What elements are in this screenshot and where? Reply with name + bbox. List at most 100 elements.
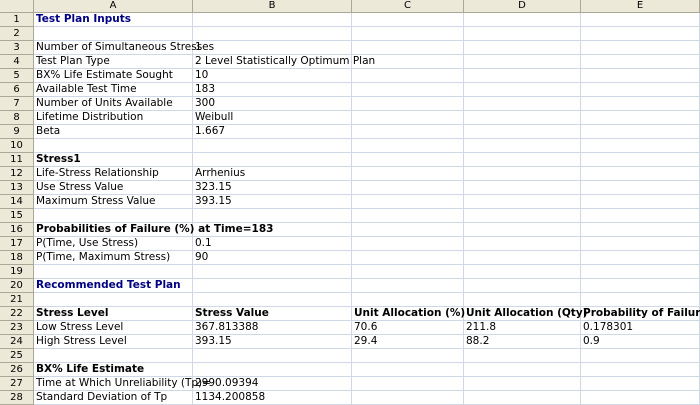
cell-c[interactable] [352, 349, 464, 363]
cell-a[interactable]: Standard Deviation of Tp [34, 391, 193, 405]
cell-b[interactable]: 2990.09394 [193, 377, 352, 391]
cell-c[interactable] [352, 293, 464, 307]
cell-e[interactable] [581, 251, 700, 265]
row-header[interactable]: 25 [0, 349, 34, 363]
cell-a[interactable]: Life-Stress Relationship [34, 167, 193, 181]
cell-e[interactable] [581, 153, 700, 167]
cell-c[interactable] [352, 83, 464, 97]
cell-c[interactable]: Unit Allocation (%) [352, 307, 465, 321]
cell-e[interactable] [581, 55, 700, 69]
cell-e[interactable] [581, 265, 700, 279]
cell-d[interactable]: 211.8 [464, 321, 581, 335]
column-header-d[interactable]: D [464, 0, 581, 13]
cell-e[interactable] [581, 391, 700, 405]
cell-e[interactable]: 0.178301 [581, 321, 700, 335]
row-header[interactable]: 24 [0, 335, 34, 349]
row-header[interactable]: 17 [0, 237, 34, 251]
row-header[interactable]: 14 [0, 195, 34, 209]
cell-b[interactable]: 1134.200858 [193, 391, 352, 405]
row-header[interactable]: 3 [0, 41, 34, 55]
cell-a[interactable]: Test Plan Inputs [34, 13, 193, 27]
cell-c[interactable] [352, 153, 464, 167]
cell-d[interactable] [464, 181, 581, 195]
cell-a[interactable]: P(Time, Maximum Stress) [34, 251, 193, 265]
cell-c[interactable] [352, 13, 464, 27]
cell-e[interactable] [581, 97, 700, 111]
cell-b[interactable] [193, 293, 352, 307]
cell-b[interactable]: 10 [193, 69, 352, 83]
cell-e[interactable] [581, 223, 700, 237]
cell-e[interactable] [581, 209, 700, 223]
cell-b[interactable] [193, 209, 352, 223]
cell-b[interactable] [193, 363, 352, 377]
row-header[interactable]: 4 [0, 55, 34, 69]
cell-e[interactable] [581, 377, 700, 391]
cell-a[interactable]: Stress1 [34, 153, 193, 167]
row-header[interactable]: 20 [0, 279, 34, 293]
cell-d[interactable] [464, 27, 581, 41]
cell-c[interactable] [352, 55, 464, 69]
cell-b[interactable]: 0.1 [193, 237, 352, 251]
cell-e[interactable] [581, 237, 700, 251]
cell-a[interactable]: High Stress Level [34, 335, 193, 349]
cell-d[interactable] [464, 391, 581, 405]
cell-c[interactable] [352, 41, 464, 55]
cell-e[interactable] [581, 181, 700, 195]
cell-b[interactable] [193, 223, 352, 237]
cell-e[interactable] [581, 293, 700, 307]
cell-c[interactable] [352, 223, 464, 237]
cell-a[interactable]: Probabilities of Failure (%) at Time=183 [34, 223, 273, 237]
cell-d[interactable]: 88.2 [464, 335, 581, 349]
cell-e[interactable] [581, 363, 700, 377]
cell-c[interactable] [352, 237, 464, 251]
cell-b[interactable]: 1.667 [193, 125, 352, 139]
cell-b[interactable]: Weibull [193, 111, 352, 125]
column-header-b[interactable]: B [193, 0, 352, 13]
row-header[interactable]: 6 [0, 83, 34, 97]
cell-b[interactable] [193, 153, 352, 167]
cell-c[interactable] [352, 251, 464, 265]
cell-b[interactable]: Stress Value [193, 307, 352, 321]
cell-d[interactable] [464, 265, 581, 279]
cell-e[interactable] [581, 83, 700, 97]
cell-d[interactable] [464, 97, 581, 111]
cell-c[interactable] [352, 69, 464, 83]
row-header[interactable]: 7 [0, 97, 34, 111]
cell-d[interactable] [464, 223, 581, 237]
column-header-e[interactable]: E [581, 0, 700, 13]
cell-e[interactable] [581, 349, 700, 363]
cell-a[interactable]: P(Time, Use Stress) [34, 237, 193, 251]
cell-d[interactable] [464, 153, 581, 167]
cell-c[interactable] [352, 209, 464, 223]
cell-c[interactable] [352, 97, 464, 111]
cell-d[interactable] [464, 69, 581, 83]
cell-d[interactable] [464, 41, 581, 55]
cell-e[interactable] [581, 13, 700, 27]
cell-d[interactable] [464, 111, 581, 125]
cell-c[interactable] [352, 27, 464, 41]
row-header[interactable]: 16 [0, 223, 34, 237]
cell-c[interactable] [352, 377, 464, 391]
cell-e[interactable] [581, 125, 700, 139]
cell-e[interactable] [581, 27, 700, 41]
row-header[interactable]: 12 [0, 167, 34, 181]
cell-c[interactable]: 70.6 [352, 321, 464, 335]
column-header-a[interactable]: A [34, 0, 193, 13]
cell-c[interactable] [352, 139, 464, 153]
cell-a[interactable]: Time at Which Unreliability (Tp)= [34, 377, 211, 391]
cell-b[interactable]: 2 Level Statistically Optimum Plan [193, 55, 375, 69]
cell-d[interactable] [464, 195, 581, 209]
row-header[interactable]: 9 [0, 125, 34, 139]
cell-d[interactable] [464, 251, 581, 265]
cell-b[interactable]: 183 [193, 83, 352, 97]
cell-a[interactable] [34, 209, 193, 223]
cell-b[interactable]: Arrhenius [193, 167, 352, 181]
row-header[interactable]: 1 [0, 13, 34, 27]
row-header[interactable]: 21 [0, 293, 34, 307]
cell-c[interactable] [352, 265, 464, 279]
cell-d[interactable] [464, 83, 581, 97]
cell-d[interactable] [464, 139, 581, 153]
cell-e[interactable] [581, 167, 700, 181]
cell-d[interactable]: Unit Allocation (Qty) [464, 307, 587, 321]
cell-d[interactable] [464, 209, 581, 223]
